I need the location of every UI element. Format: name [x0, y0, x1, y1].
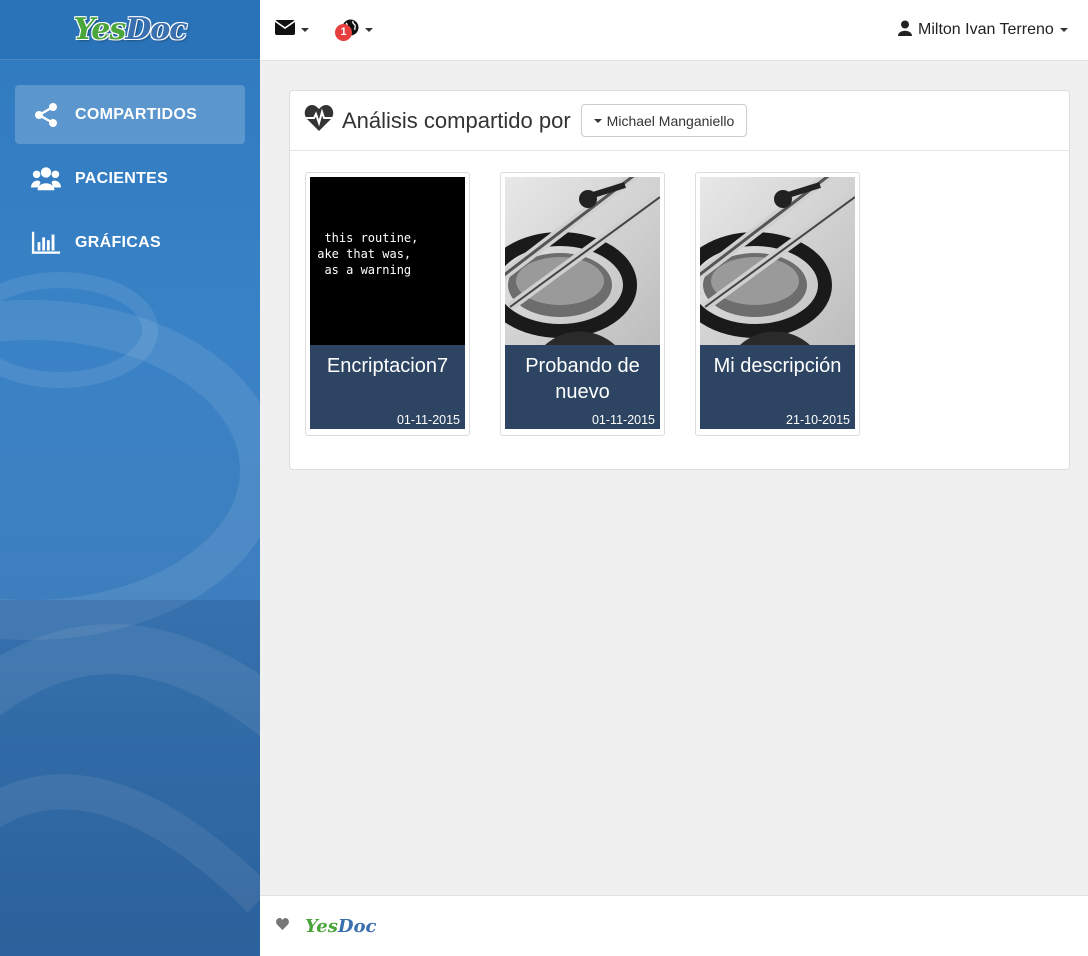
analysis-card[interactable]: this routine, ake that was, as a warning…: [305, 172, 470, 436]
yesdoc-logo[interactable]: YesDoc: [73, 12, 187, 47]
logo-yes-text: Yes: [73, 12, 126, 47]
card-thumbnail: [700, 177, 855, 345]
envelope-icon: [274, 20, 296, 40]
shared-by-value: Michael Manganiello: [606, 112, 735, 129]
sidebar-item-pacientes[interactable]: PACIENTES: [15, 149, 245, 208]
heart-icon: [276, 917, 289, 935]
card-caption: Probando de nuevo 01-11-2015: [505, 345, 660, 429]
analysis-card[interactable]: Mi descripción 21-10-2015: [695, 172, 860, 436]
footer-logo[interactable]: YesDoc: [305, 916, 376, 937]
users-icon: [31, 164, 61, 194]
card-date: 21-10-2015: [786, 413, 850, 427]
sidebar-item-label: COMPARTIDOS: [75, 105, 198, 123]
shared-by-dropdown[interactable]: Michael Manganiello: [580, 104, 748, 137]
logo-bar[interactable]: YesDoc: [0, 0, 260, 60]
sidebar-item-graficas[interactable]: GRÁFICAS: [15, 213, 245, 272]
notifications-dropdown[interactable]: 1: [335, 0, 373, 60]
card-title: Mi descripción: [713, 355, 842, 377]
chevron-down-icon: [593, 118, 602, 123]
terminal-line: this routine,: [310, 231, 419, 245]
sidebar: YesDoc COMPARTIDOS PACIENTES GRÁFICAS: [0, 0, 260, 956]
card-caption: Mi descripción 21-10-2015: [700, 345, 855, 429]
stethoscope-photo: [505, 177, 660, 345]
user-icon: [898, 20, 912, 41]
share-icon: [31, 100, 61, 130]
footer-logo-yes: Yes: [305, 915, 338, 937]
sidebar-item-label: GRÁFICAS: [75, 233, 161, 251]
chevron-down-icon: [1059, 28, 1068, 32]
card-thumbnail: this routine, ake that was, as a warning: [310, 177, 465, 345]
card-title: Encriptacion7: [326, 355, 449, 377]
sidebar-item-label: PACIENTES: [75, 169, 169, 187]
card-thumbnail: [505, 177, 660, 345]
user-menu-dropdown[interactable]: Milton Ivan Terreno: [898, 0, 1068, 60]
chevron-down-icon: [301, 28, 309, 32]
footer: YesDoc: [260, 895, 1088, 956]
bar-chart-icon: [31, 228, 61, 258]
messages-dropdown[interactable]: [274, 0, 309, 60]
panel-header: Análisis compartido por Michael Manganie…: [290, 91, 1069, 151]
terminal-text-image: this routine, ake that was, as a warning: [310, 177, 465, 345]
card-caption: Encriptacion7 01-11-2015: [310, 345, 465, 429]
panel-title: Análisis compartido por: [342, 107, 571, 133]
heartbeat-icon: [304, 104, 334, 137]
notification-badge: 1: [335, 24, 352, 41]
logo-doc-text: Doc: [125, 12, 187, 47]
terminal-line: as a warning: [310, 263, 412, 277]
terminal-line: ake that was,: [310, 247, 412, 261]
shared-analysis-panel: Análisis compartido por Michael Manganie…: [289, 90, 1070, 470]
card-date: 01-11-2015: [591, 413, 655, 427]
top-navbar: 1 Milton Ivan Terreno: [260, 0, 1088, 61]
stethoscope-photo: [700, 177, 855, 345]
footer-logo-doc: Doc: [337, 915, 377, 937]
user-name: Milton Ivan Terreno: [918, 21, 1054, 38]
card-title: Probando de nuevo: [525, 355, 640, 403]
sidebar-nav: COMPARTIDOS PACIENTES GRÁFICAS: [15, 85, 245, 277]
sidebar-item-compartidos[interactable]: COMPARTIDOS: [15, 85, 245, 144]
card-date: 01-11-2015: [396, 413, 460, 427]
analysis-card[interactable]: Probando de nuevo 01-11-2015: [500, 172, 665, 436]
chevron-down-icon: [365, 28, 373, 32]
globe-icon: 1: [335, 19, 359, 41]
